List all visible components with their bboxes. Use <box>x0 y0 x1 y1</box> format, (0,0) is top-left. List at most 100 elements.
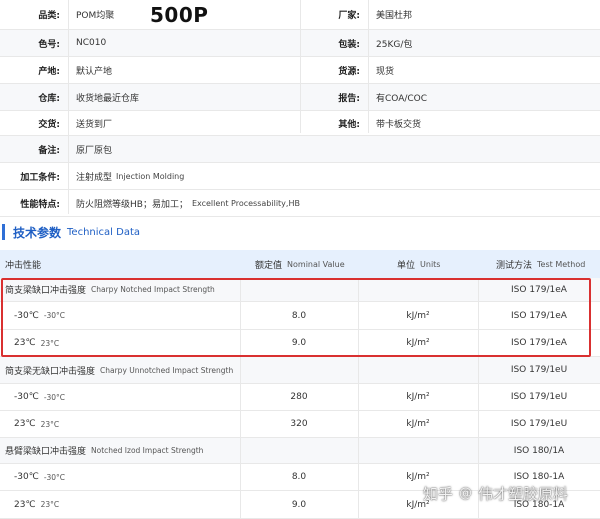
column-divider <box>68 0 69 214</box>
info-value: 原厂原包 <box>76 145 113 156</box>
table-row: -30℃ -30°C 280 kJ/m² ISO 179/1eU <box>0 384 600 411</box>
nominal-value: 280 <box>290 392 308 402</box>
table-header: 冲击性能 额定值 Nominal Value 单位 Units 测试方法 Tes… <box>0 250 600 278</box>
condition-en: 23°C <box>40 419 60 429</box>
condition: -30℃ -30°C <box>14 384 65 410</box>
heading-accent-bar <box>2 224 5 240</box>
nominal-value: 320 <box>290 419 308 429</box>
info-value: 注射成型 Injection Molding <box>76 163 184 189</box>
test-method: ISO 179/1eA <box>511 284 567 295</box>
info-value: 现货 <box>376 66 395 77</box>
table-row-group: 简支梁缺口冲击强度 Charpy Notched Impact Strength… <box>0 278 600 302</box>
header-impact-properties: 冲击性能 <box>5 260 42 271</box>
info-value-en: Injection Molding <box>116 171 185 181</box>
info-value: POM均聚 <box>76 11 115 21</box>
condition: 23℃ 23°C <box>14 491 59 518</box>
condition-en: 23°C <box>40 338 60 348</box>
header-method-cn: 测试方法 <box>496 260 533 271</box>
watermark-author: 伟才塑胶原料 <box>478 485 569 503</box>
test-method: ISO 179/1eU <box>510 419 568 429</box>
table-row: 23℃ 23°C 320 kJ/m² ISO 179/1eU <box>0 411 600 438</box>
header-test-method: 测试方法 Test Method <box>496 250 585 278</box>
header-units: 单位 Units <box>397 250 440 278</box>
info-value-en: Excellent Processability,HB <box>191 198 300 208</box>
technical-data-heading: 技术参数 Technical Data <box>0 214 600 250</box>
at-sign-icon: @ <box>459 486 473 501</box>
property-name: 简支梁缺口冲击强度 Charpy Notched Impact Strength <box>5 278 215 301</box>
table-row: -30℃ -30°C 8.0 kJ/m² ISO 179/1eA <box>0 302 600 330</box>
header-nominal-cn: 额定值 <box>255 260 283 271</box>
header-method-en: Test Method <box>537 259 586 269</box>
nominal-value: 9.0 <box>291 338 307 348</box>
property-name-cn: 简支梁无缺口冲击强度 <box>5 366 96 377</box>
nominal-value: 8.0 <box>291 472 307 482</box>
product-info-table: 品类: POM均聚 厂家: 美国杜邦 500P 色号: NC010 包装: 25… <box>0 0 600 217</box>
condition-cn: -30℃ <box>14 310 39 321</box>
info-label: 性能特点: <box>20 199 60 210</box>
condition-en: -30°C <box>43 311 66 320</box>
info-value: 带卡板交货 <box>376 119 422 130</box>
nominal-value: 8.0 <box>291 310 307 321</box>
info-label: 货源: <box>338 66 360 77</box>
test-method: ISO 179/1eU <box>510 392 568 402</box>
info-value: 送货到厂 <box>76 119 113 130</box>
info-value: NC010 <box>76 38 107 48</box>
property-name: 悬臂梁缺口冲击强度 Notched Izod Impact Strength <box>5 438 203 463</box>
watermark-site: 知乎 <box>423 485 454 503</box>
condition: -30℃ -30°C <box>14 464 65 490</box>
info-value-cn: 防火阻燃等级HB；易加工； <box>76 199 188 210</box>
unit: kJ/m² <box>406 338 430 348</box>
property-name-cn: 简支梁缺口冲击强度 <box>5 286 87 296</box>
unit: kJ/m² <box>406 310 430 321</box>
info-value: 25KG/包 <box>376 39 413 50</box>
condition-en: -30°C <box>43 472 66 482</box>
header-nominal-en: Nominal Value <box>287 259 345 269</box>
info-row-processing: 加工条件: 注射成型 Injection Molding <box>0 163 600 190</box>
info-label: 色号: <box>38 39 60 50</box>
test-method: ISO 179/1eU <box>510 365 568 375</box>
info-label: 仓库: <box>38 93 60 104</box>
info-label: 交货: <box>38 119 60 130</box>
info-label: 厂家: <box>338 11 360 21</box>
info-value: 防火阻燃等级HB；易加工； Excellent Processability,H… <box>76 190 300 216</box>
column-divider <box>300 0 301 133</box>
table-row: 23℃ 23°C 9.0 kJ/m² ISO 179/1eA <box>0 330 600 357</box>
info-value-cn: 注射成型 <box>76 172 113 183</box>
property-name-cn: 悬臂梁缺口冲击强度 <box>5 447 87 457</box>
condition: 23℃ 23°C <box>14 411 59 437</box>
info-value: 有COA/COC <box>376 93 428 104</box>
column-divider <box>368 0 369 133</box>
unit: kJ/m² <box>406 419 430 429</box>
info-label: 报告: <box>338 93 360 104</box>
info-label: 其他: <box>338 119 360 130</box>
condition: -30℃ -30°C <box>14 302 65 329</box>
property-name-en: Notched Izod Impact Strength <box>91 446 204 455</box>
condition-cn: -30℃ <box>14 472 39 482</box>
header-nominal-value: 额定值 Nominal Value <box>255 250 345 278</box>
condition-cn: 23℃ <box>14 419 36 429</box>
test-method: ISO 180/1A <box>513 445 565 456</box>
property-name-en: Charpy Unnotched Impact Strength <box>100 365 234 375</box>
test-method: ISO 179/1eA <box>511 338 567 348</box>
header-units-en: Units <box>420 259 441 269</box>
info-value: 默认产地 <box>76 66 113 77</box>
info-label: 产地: <box>38 66 60 77</box>
info-label: 品类: <box>38 11 60 21</box>
condition-cn: 23℃ <box>14 338 36 348</box>
condition-cn: -30℃ <box>14 392 39 402</box>
info-row-features: 性能特点: 防火阻燃等级HB；易加工； Excellent Processabi… <box>0 190 600 217</box>
info-value: 收货地最近仓库 <box>76 93 140 104</box>
condition-cn: 23℃ <box>14 499 36 510</box>
heading-title-cn: 技术参数 <box>13 225 62 240</box>
property-name: 简支梁无缺口冲击强度 Charpy Unnotched Impact Stren… <box>5 357 233 383</box>
nominal-value: 9.0 <box>291 499 307 510</box>
condition-en: 23°C <box>40 500 60 509</box>
heading-title-en: Technical Data <box>67 226 140 238</box>
condition-en: -30°C <box>43 392 66 402</box>
technical-data-table: 冲击性能 额定值 Nominal Value 单位 Units 测试方法 Tes… <box>0 250 600 519</box>
column-divider <box>240 278 241 519</box>
unit: kJ/m² <box>406 392 430 402</box>
grade-badge: 500P <box>150 3 209 27</box>
info-label: 备注: <box>38 145 60 156</box>
info-label: 包装: <box>338 39 360 50</box>
